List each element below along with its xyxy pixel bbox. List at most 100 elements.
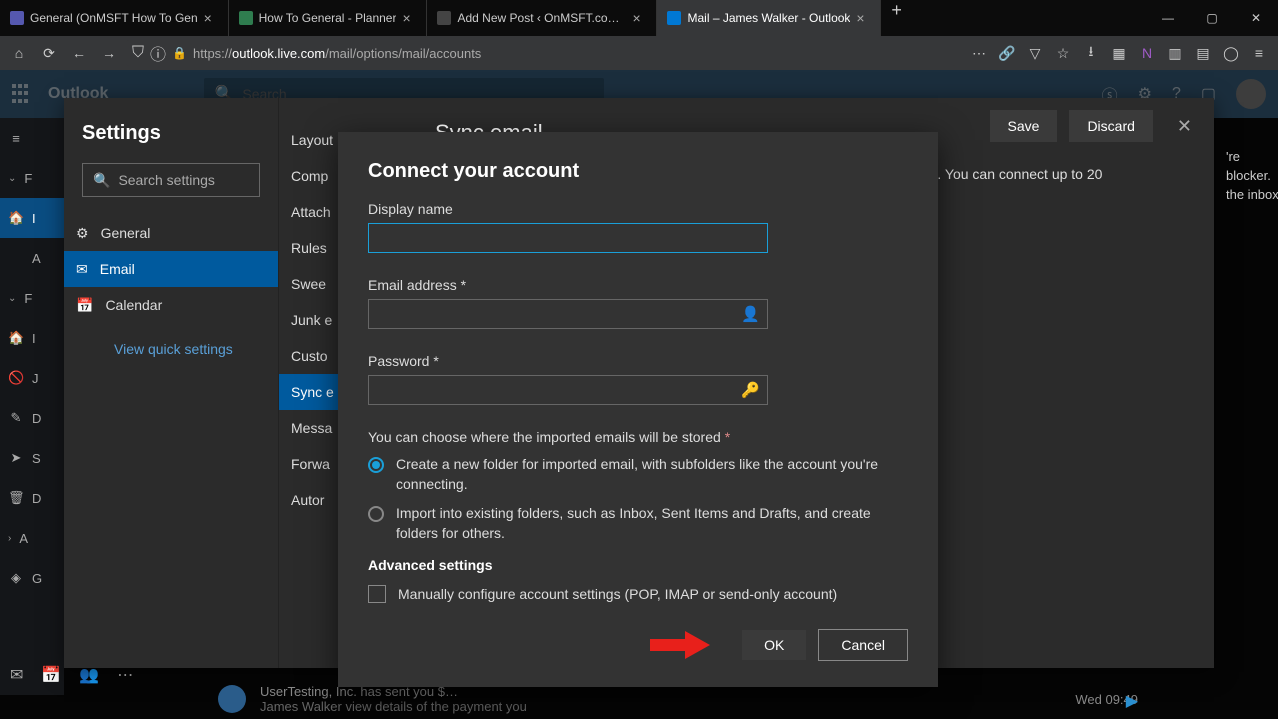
storage-prompt: You can choose where the imported emails…: [368, 429, 908, 445]
reload-icon[interactable]: ⟳: [36, 40, 62, 66]
radio-existing-folders[interactable]: Import into existing folders, such as In…: [368, 504, 908, 543]
browser-tab[interactable]: General (OnMSFT How To Gen ×: [0, 0, 229, 36]
people-icon[interactable]: 👥: [79, 665, 99, 685]
tab-title: General (OnMSFT How To Gen: [30, 11, 198, 25]
star-icon[interactable]: ☆: [1050, 40, 1076, 66]
tab-close-icon[interactable]: ×: [204, 10, 218, 26]
cancel-button[interactable]: Cancel: [818, 629, 908, 661]
calendar-icon: 📅: [76, 297, 93, 314]
rail-item[interactable]: ➤S: [0, 438, 64, 478]
rail-hamburger[interactable]: ≡: [0, 118, 64, 158]
window-controls: — ▢ ✕: [1146, 0, 1278, 36]
category-calendar[interactable]: 📅 Calendar: [64, 287, 278, 323]
password-label: Password *: [368, 353, 908, 369]
discard-button[interactable]: Discard: [1069, 110, 1152, 142]
radio-label: Import into existing folders, such as In…: [396, 504, 908, 543]
window-titlebar: General (OnMSFT How To Gen × How To Gene…: [0, 0, 1278, 36]
password-input[interactable]: [368, 375, 768, 405]
shield-icon: ⛉: [132, 44, 144, 62]
skype-play-icon[interactable]: ▶: [1126, 691, 1138, 711]
back-icon[interactable]: ←: [66, 40, 92, 66]
tab-title: Add New Post ‹ OnMSFT.com — W: [457, 11, 626, 25]
close-window-button[interactable]: ✕: [1234, 0, 1278, 36]
more-icon[interactable]: ⋯: [117, 665, 133, 685]
radio-icon: [368, 457, 384, 473]
lock-icon: 🔒: [172, 46, 187, 60]
view-quick-settings-link[interactable]: View quick settings: [82, 341, 260, 357]
radio-icon: [368, 506, 384, 522]
close-settings-icon[interactable]: ✕: [1177, 116, 1192, 137]
ok-button[interactable]: OK: [742, 630, 806, 660]
toolbar-right-icons: ⋯ 🔗 ▽ ☆ ⭳ ▦ N ▥ ▤ ◯ ≡: [960, 40, 1272, 66]
sidebar-icon[interactable]: ▤: [1190, 40, 1216, 66]
rail-item[interactable]: 🗑D: [0, 478, 64, 518]
radio-label: Create a new folder for imported email, …: [396, 455, 908, 494]
dialog-buttons: OK Cancel: [368, 629, 908, 661]
account-icon[interactable]: ◯: [1218, 40, 1244, 66]
browser-tab[interactable]: Add New Post ‹ OnMSFT.com — W ×: [427, 0, 657, 36]
search-icon: 🔍: [93, 172, 110, 189]
pocket-icon[interactable]: ▽: [1022, 40, 1048, 66]
browser-tabs: General (OnMSFT How To Gen × How To Gene…: [0, 0, 1146, 36]
category-email[interactable]: ✉ Email: [64, 251, 278, 287]
forward-icon[interactable]: →: [96, 40, 122, 66]
onenote-icon[interactable]: N: [1134, 40, 1160, 66]
rail-item[interactable]: ✎D: [0, 398, 64, 438]
blocked-hint-text: 're blocker. the inbox,: [1226, 148, 1278, 205]
settings-title: Settings: [82, 122, 260, 145]
link-icon[interactable]: 🔗: [994, 40, 1020, 66]
sender-avatar: [218, 685, 246, 713]
connect-account-dialog: Connect your account Display name Email …: [338, 132, 938, 687]
manual-config-checkbox[interactable]: Manually configure account settings (POP…: [368, 585, 908, 603]
tab-close-icon[interactable]: ×: [856, 10, 870, 26]
tab-favicon: [239, 11, 253, 25]
settings-search-placeholder: Search settings: [118, 172, 215, 188]
more-icon[interactable]: ⋯: [966, 40, 992, 66]
checkbox-label: Manually configure account settings (POP…: [398, 586, 837, 602]
display-name-label: Display name: [368, 201, 908, 217]
email-input[interactable]: [368, 299, 768, 329]
rail-item[interactable]: ⌄F: [0, 158, 64, 198]
browser-toolbar: ⌂ ⟳ ← → ⛉ ⓘ 🔒 https://outlook.live.com/m…: [0, 36, 1278, 70]
home-icon[interactable]: ⌂: [6, 40, 32, 66]
radio-new-folder[interactable]: Create a new folder for imported email, …: [368, 455, 908, 494]
rail-item[interactable]: 🏠I: [0, 318, 64, 358]
settings-categories: Settings 🔍 Search settings ⚙ General ✉ E…: [64, 98, 279, 668]
display-name-input[interactable]: [368, 223, 768, 253]
tab-close-icon[interactable]: ×: [632, 10, 646, 26]
maximize-button[interactable]: ▢: [1190, 0, 1234, 36]
mail-preview: James Walker view details of the payment…: [260, 699, 1061, 714]
tab-favicon: [667, 11, 681, 25]
category-general[interactable]: ⚙ General: [64, 215, 278, 251]
rail-bottom-bar: ✉ 📅 👥 ⋯: [0, 655, 64, 695]
content-header-actions: Save Discard ✕: [990, 110, 1192, 142]
url-bar[interactable]: ⛉ ⓘ 🔒 https://outlook.live.com/mail/opti…: [126, 40, 956, 66]
library-icon[interactable]: ▥: [1162, 40, 1188, 66]
checkbox-icon: [368, 585, 386, 603]
settings-search[interactable]: 🔍 Search settings: [82, 163, 260, 197]
rail-item[interactable]: ◈G: [0, 558, 64, 598]
tab-title: How To General - Planner: [259, 11, 397, 25]
download-icon[interactable]: ⭳: [1078, 40, 1104, 66]
mail-icon[interactable]: ✉: [10, 665, 23, 685]
browser-tab-active[interactable]: Mail – James Walker - Outlook ×: [657, 0, 881, 36]
new-tab-button[interactable]: +: [881, 0, 912, 36]
minimize-button[interactable]: —: [1146, 0, 1190, 36]
gear-icon: ⚙: [76, 225, 89, 242]
tab-title: Mail – James Walker - Outlook: [687, 11, 850, 25]
calendar-icon[interactable]: 📅: [41, 665, 61, 685]
tab-close-icon[interactable]: ×: [402, 10, 416, 26]
rail-item[interactable]: 🏠I: [0, 198, 64, 238]
rail-item[interactable]: ⌄F: [0, 278, 64, 318]
rail-item[interactable]: A: [0, 238, 64, 278]
tab-favicon: [437, 11, 451, 25]
folder-rail: ≡ ⌄F 🏠I A ⌄F 🏠I 🚫J ✎D ➤S 🗑D ›A ◈G ✉ 📅 👥 …: [0, 118, 64, 695]
ext1-icon[interactable]: ▦: [1106, 40, 1132, 66]
save-button[interactable]: Save: [990, 110, 1058, 142]
advanced-settings-heading: Advanced settings: [368, 557, 908, 573]
rail-item[interactable]: 🚫J: [0, 358, 64, 398]
menu-icon[interactable]: ≡: [1246, 40, 1272, 66]
browser-tab[interactable]: How To General - Planner ×: [229, 0, 428, 36]
rail-item[interactable]: ›A: [0, 518, 64, 558]
email-label: Email address *: [368, 277, 908, 293]
